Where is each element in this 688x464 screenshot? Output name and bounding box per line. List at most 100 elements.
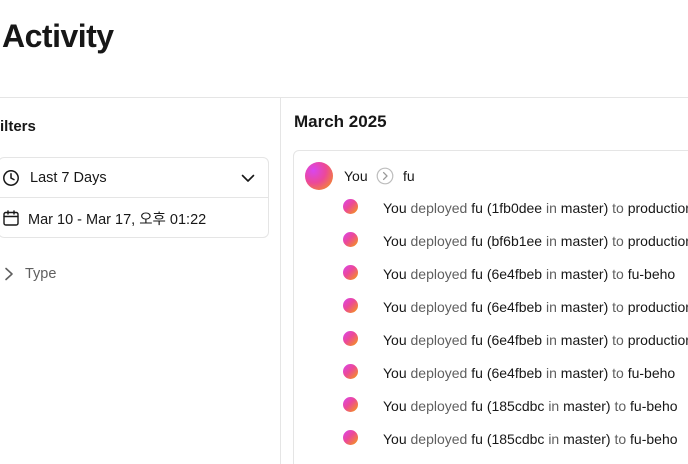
deploy-target: production [627,200,688,216]
commit-hash: bf6b1ee [491,233,543,249]
project-name: fu [471,266,483,282]
deploy-target: production [627,299,688,315]
to-word: to [612,266,624,282]
commit-hash: 6e4fbeb [491,266,543,282]
avatar[interactable] [305,162,333,190]
group-project[interactable]: fu [403,168,415,184]
actor: You [383,365,407,381]
action-verb: deployed [410,332,468,348]
actor: You [383,266,407,282]
chevron-right-icon [5,267,13,281]
commit-hash: 185cdbc [491,398,545,414]
avatar [343,298,358,313]
commit-hash: 6e4fbeb [491,365,543,381]
list-item[interactable]: You deployed fu (6e4fbeb in master) to f… [343,265,688,285]
branch-name: master) [560,266,609,282]
project-name: fu [471,200,483,216]
event-text: You deployed fu (6e4fbeb in master) to f… [383,365,675,381]
in-word: in [545,266,557,282]
in-word: in [548,398,560,414]
action-verb: deployed [410,398,468,414]
deploy-target: fu-beho [627,266,676,282]
date-range-value: Mar 10 - Mar 17, 오후 01:22 [28,211,207,228]
in-word: in [548,431,560,447]
project-name: fu [471,233,483,249]
project-name: fu [471,332,483,348]
calendar-icon [3,210,19,226]
to-word: to [612,365,624,381]
date-range-picker[interactable]: Mar 10 - Mar 17, 오후 01:22 [0,198,268,238]
deploy-target: fu-beho [630,398,678,414]
commit-hash: 6e4fbeb [491,332,543,348]
actor: You [383,398,407,414]
commit-hash: 6e4fbeb [491,299,543,315]
to-word: to [612,332,624,348]
project-name: fu [471,299,483,315]
project-name: fu [471,365,483,381]
avatar [343,364,358,379]
in-word: in [545,233,557,249]
branch-name: master) [563,431,611,447]
project-name: fu [471,431,483,447]
branch-name: master) [560,233,609,249]
branch-name: master) [560,299,609,315]
chevron-down-icon [241,174,255,182]
page-title: Activity [2,18,114,54]
in-word: in [545,332,557,348]
deploy-target: fu-beho [627,365,676,381]
event-text: You deployed fu (6e4fbeb in master) to p… [383,332,688,348]
date-range-preset-label: Last 7 Days [30,169,107,186]
actor: You [383,431,407,447]
branch-name: master) [560,332,609,348]
actor: You [383,332,407,348]
avatar [343,232,358,247]
list-item[interactable]: You deployed fu (185cdbc in master) to f… [343,397,688,417]
project-name: fu [471,398,483,414]
action-verb: deployed [410,200,468,216]
chevron-right-circle-icon [376,167,394,185]
date-filter-card: Last 7 Days Mar 10 - Mar 17, 오후 01:22 [0,157,269,238]
list-item[interactable]: You deployed fu (6e4fbeb in master) to p… [343,298,688,318]
avatar [343,265,358,280]
to-word: to [614,398,627,414]
sidebar-divider [280,98,281,464]
action-verb: deployed [410,365,468,381]
action-verb: deployed [410,299,468,315]
actor: You [383,233,407,249]
to-word: to [614,431,627,447]
event-text: You deployed fu (185cdbc in master) to f… [383,398,678,414]
event-text: You deployed fu (185cdbc in master) to f… [383,431,678,447]
event-text: You deployed fu (6e4fbeb in master) to f… [383,266,675,282]
header-divider [0,97,688,98]
list-item[interactable]: You deployed fu (185cdbc in master) to f… [343,430,688,450]
commit-hash: 185cdbc [491,431,545,447]
list-item[interactable]: You deployed fu (6e4fbeb in master) to f… [343,364,688,384]
deploy-target: production [627,332,688,348]
action-verb: deployed [410,431,468,447]
avatar [343,331,358,346]
in-word: in [545,200,557,216]
deploy-target: fu-beho [630,431,678,447]
in-word: in [545,299,557,315]
actor: You [383,299,407,315]
avatar [343,397,358,412]
action-verb: deployed [410,266,468,282]
in-word: in [545,365,557,381]
to-word: to [612,299,624,315]
deploy-target: production [627,233,688,249]
list-item[interactable]: You deployed fu (6e4fbeb in master) to p… [343,331,688,351]
avatar [343,430,358,445]
action-verb: deployed [410,233,468,249]
event-text: You deployed fu (6e4fbeb in master) to p… [383,299,688,315]
list-item[interactable]: You deployed fu (bf6b1ee in master) to p… [343,232,688,252]
branch-name: master) [560,200,609,216]
type-filter-label: Type [25,266,57,282]
to-word: to [612,200,624,216]
filters-heading: ilters [0,118,36,135]
date-range-preset-select[interactable]: Last 7 Days [0,158,268,198]
avatar [343,199,358,214]
group-user[interactable]: You [344,168,368,184]
commit-hash: 1fb0dee [491,200,543,216]
branch-name: master) [560,365,609,381]
list-item[interactable]: You deployed fu (1fb0dee in master) to p… [343,199,688,219]
